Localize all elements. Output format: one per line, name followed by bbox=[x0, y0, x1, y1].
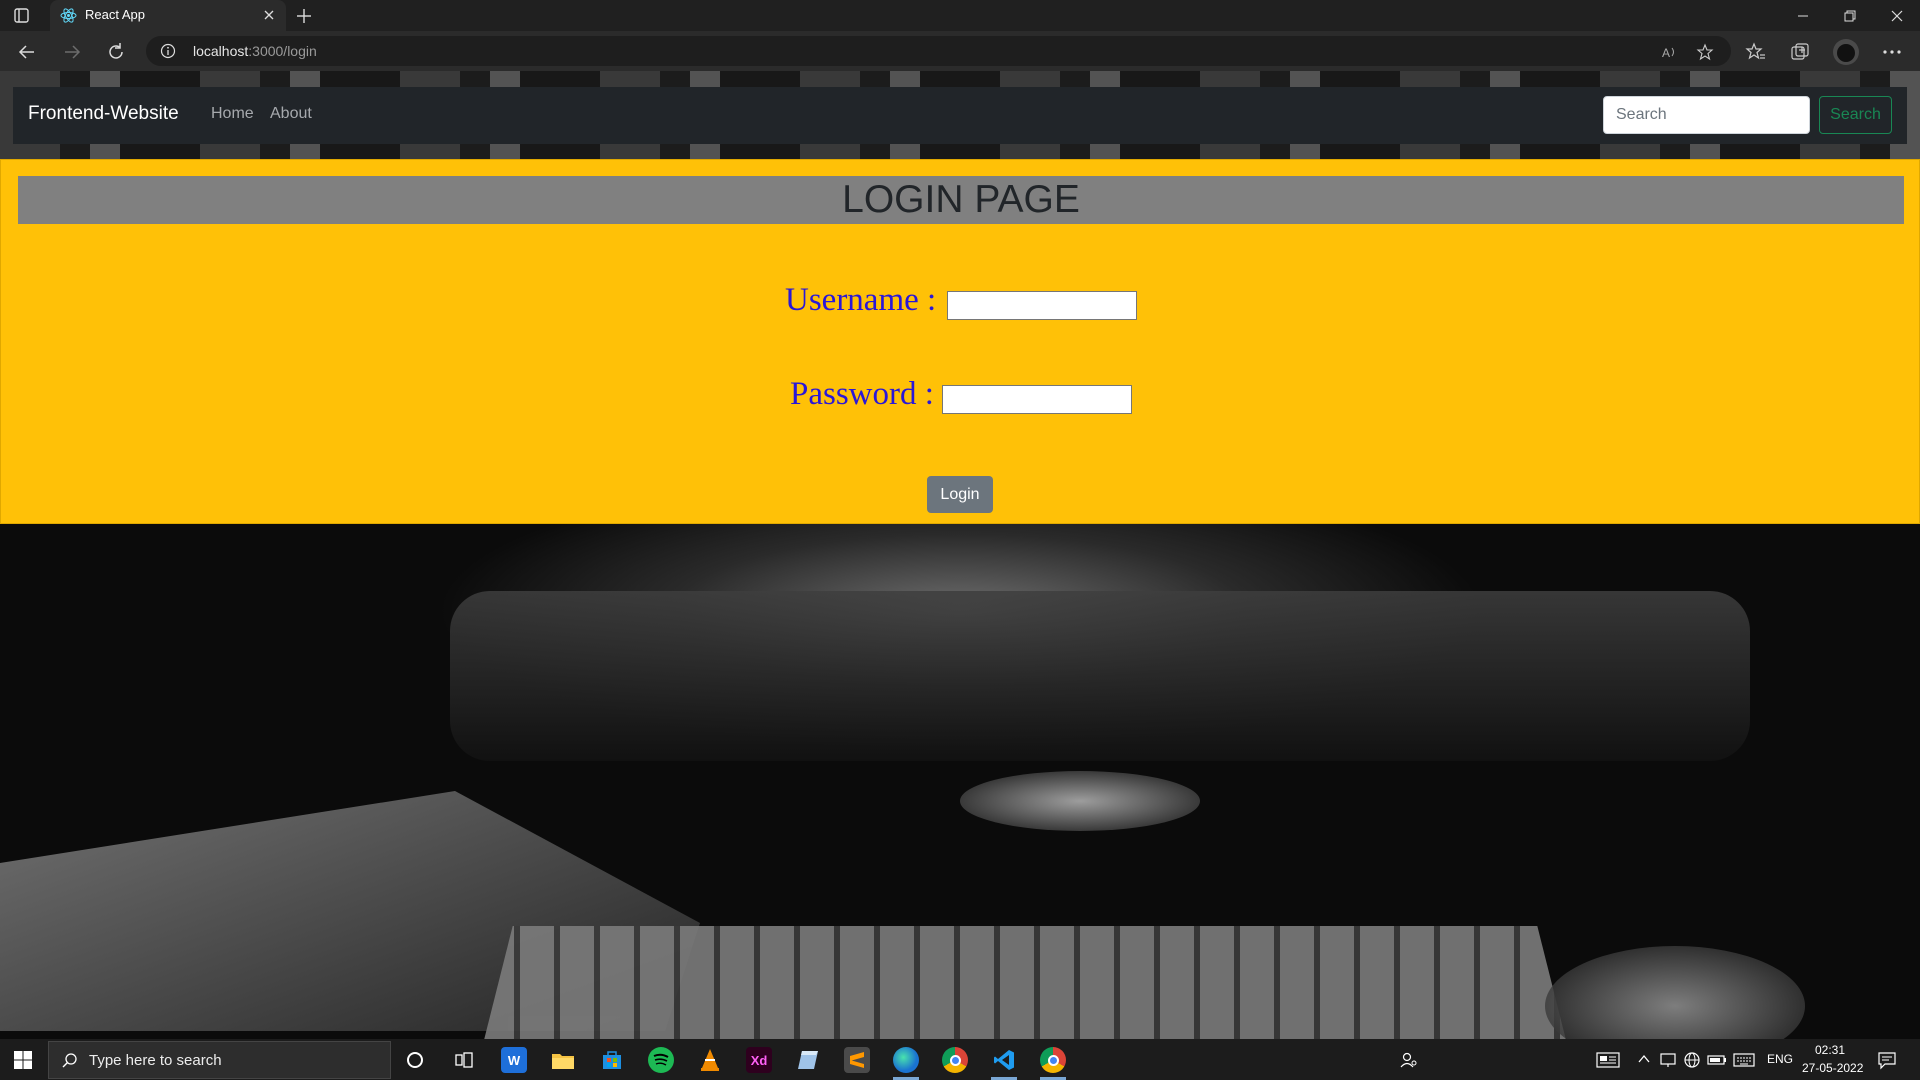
adobe-xd-icon[interactable]: Xd bbox=[746, 1047, 772, 1073]
password-label: Password : bbox=[790, 376, 934, 412]
chrome-icon[interactable] bbox=[942, 1047, 968, 1073]
close-window-icon[interactable] bbox=[1874, 0, 1920, 31]
sublime-text-icon[interactable] bbox=[844, 1047, 870, 1073]
battery-icon[interactable] bbox=[1707, 1052, 1727, 1068]
forward-icon[interactable] bbox=[61, 41, 83, 63]
site-navbar: Frontend-Website Home About Search bbox=[13, 87, 1907, 144]
address-bar-row: localhost:3000/login A bbox=[0, 31, 1920, 71]
nav-link-about[interactable]: About bbox=[270, 105, 312, 123]
taskbar-search-box[interactable]: Type here to search bbox=[48, 1041, 391, 1079]
clock-date[interactable]: 27-05-2022 bbox=[1802, 1061, 1863, 1075]
username-label: Username : bbox=[785, 282, 937, 318]
notification-center-icon[interactable] bbox=[1877, 1050, 1897, 1070]
password-field[interactable] bbox=[942, 385, 1132, 414]
edge-icon[interactable] bbox=[893, 1047, 919, 1073]
taskbar-search-placeholder: Type here to search bbox=[89, 1052, 222, 1069]
login-header-bar: LOGIN PAGE bbox=[18, 176, 1904, 224]
login-button[interactable]: Login bbox=[927, 476, 993, 513]
app-blue-icon[interactable]: W bbox=[501, 1047, 527, 1073]
tab-actions-icon[interactable] bbox=[13, 7, 30, 24]
new-tab-icon[interactable] bbox=[294, 6, 314, 26]
url-bar[interactable]: localhost:3000/login A bbox=[146, 36, 1731, 66]
site-info-icon[interactable] bbox=[160, 43, 176, 59]
windows-taskbar: Type here to search W Xd ENG 02:31 27-05… bbox=[0, 1039, 1920, 1080]
chevron-up-icon[interactable] bbox=[1637, 1052, 1651, 1066]
chrome-dev-icon[interactable] bbox=[1040, 1047, 1066, 1073]
task-view-icon[interactable] bbox=[451, 1047, 477, 1073]
url-text: localhost:3000/login bbox=[193, 43, 317, 59]
add-favorite-icon[interactable] bbox=[1696, 43, 1714, 61]
browser-tab-bar: React App bbox=[0, 0, 1920, 31]
tab-close-icon[interactable] bbox=[260, 6, 278, 24]
refresh-icon[interactable] bbox=[105, 41, 127, 63]
background-photo-stand bbox=[960, 771, 1200, 831]
background-photo-keyboard bbox=[480, 926, 1570, 1039]
navbar-brand[interactable]: Frontend-Website bbox=[28, 103, 179, 125]
favorites-icon[interactable] bbox=[1745, 41, 1767, 63]
login-panel: LOGIN PAGE Username : Password : Login bbox=[0, 159, 1920, 524]
people-icon[interactable] bbox=[1400, 1051, 1418, 1069]
username-field[interactable] bbox=[947, 291, 1137, 320]
search-button[interactable]: Search bbox=[1819, 96, 1892, 134]
store-icon[interactable] bbox=[599, 1047, 625, 1073]
page-viewport: Frontend-Website Home About Search LOGIN… bbox=[0, 71, 1920, 1039]
news-widget-icon[interactable] bbox=[1596, 1051, 1620, 1069]
search-icon bbox=[62, 1053, 77, 1068]
browser-tab-active[interactable]: React App bbox=[50, 0, 286, 31]
device-icon[interactable] bbox=[1659, 1051, 1677, 1069]
clock-time[interactable]: 02:31 bbox=[1815, 1043, 1845, 1057]
cortana-icon[interactable] bbox=[402, 1047, 428, 1073]
restore-icon[interactable] bbox=[1827, 0, 1873, 31]
background-photo-mouse bbox=[1545, 946, 1805, 1039]
background-photo-monitor bbox=[450, 591, 1750, 761]
profile-avatar[interactable] bbox=[1833, 39, 1859, 65]
notes-icon[interactable] bbox=[795, 1047, 821, 1073]
collections-icon[interactable] bbox=[1789, 41, 1811, 63]
react-favicon-icon bbox=[60, 8, 77, 23]
spotify-icon[interactable] bbox=[648, 1047, 674, 1073]
file-explorer-icon[interactable] bbox=[550, 1047, 576, 1073]
windows-start-icon[interactable] bbox=[13, 1050, 33, 1070]
read-aloud-icon[interactable]: A bbox=[1660, 43, 1678, 61]
back-icon[interactable] bbox=[16, 41, 38, 63]
keyboard-icon[interactable] bbox=[1733, 1052, 1755, 1068]
vlc-icon[interactable] bbox=[697, 1047, 723, 1073]
nav-link-home[interactable]: Home bbox=[211, 105, 254, 123]
vscode-icon[interactable] bbox=[991, 1047, 1017, 1073]
svg-text:A: A bbox=[1662, 46, 1670, 60]
page-title: LOGIN PAGE bbox=[842, 178, 1080, 221]
network-globe-icon[interactable] bbox=[1683, 1051, 1701, 1069]
minimize-icon[interactable] bbox=[1780, 0, 1826, 31]
language-indicator[interactable]: ENG bbox=[1767, 1052, 1793, 1066]
more-options-icon[interactable] bbox=[1881, 41, 1903, 63]
tab-title: React App bbox=[85, 7, 145, 22]
search-input[interactable] bbox=[1603, 96, 1810, 134]
